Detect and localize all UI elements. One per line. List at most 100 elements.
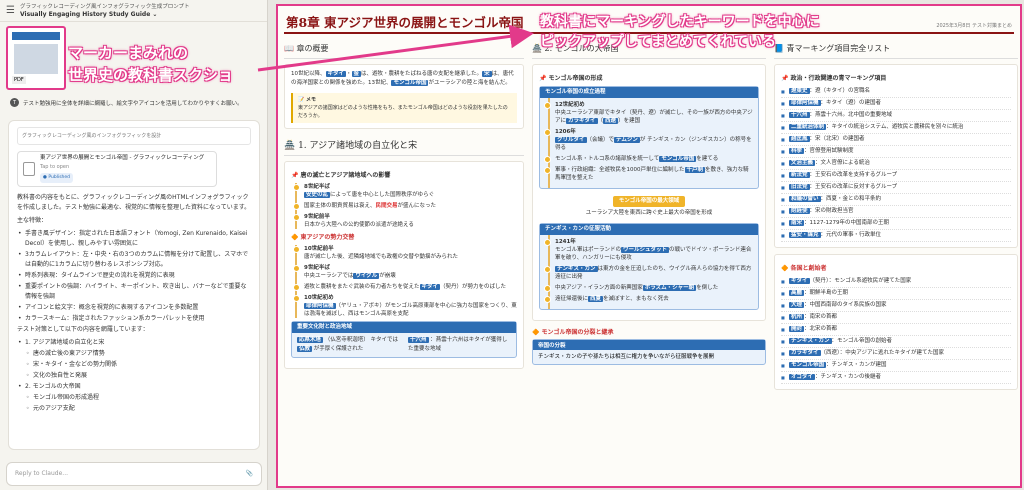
keyword-definition: （西遼）：中央アジアに逃れたキタイが建てた国家	[820, 350, 945, 356]
overview-heading: 📖 章の概要	[284, 40, 524, 59]
keyword: 仏教	[297, 346, 313, 352]
keyword: 耶律阿保機	[789, 100, 821, 106]
subheading-formation: 📌 モンゴル帝国の形成	[539, 75, 603, 82]
keyword-definition: （契丹）：モンゴル系遊牧民が建てた国家	[809, 278, 912, 284]
keyword: チンギス・カン	[555, 266, 598, 272]
timeline-item: モンゴル系・トルコ系の諸部族を統一して モンゴル帝国 を建てる	[544, 155, 753, 163]
keyword-list-item: 十六州：燕雲十六州。北中国の重要地域	[781, 110, 1011, 122]
keyword: 猛安・謀克	[789, 232, 821, 238]
user-avatar: T	[10, 98, 19, 107]
feature-item: 重要ポイントの強調：ハイライト、キーポイント、吹き出し、バナーなどで重要な情報を…	[17, 282, 251, 302]
section1-card: 📌 唐の滅亡とアジア諸地域への影響 8世紀半ば 安史の乱 によって唐を中心とした国際…	[284, 161, 524, 369]
keyword: 南宋	[789, 220, 805, 226]
keyword: 十六州	[408, 337, 429, 343]
keyword: モンゴル帝国	[391, 80, 429, 86]
outline-item: 元のアジア支配	[17, 404, 251, 414]
menu-icon[interactable]: ☰	[6, 5, 15, 16]
keyword: モンゴル帝国	[659, 156, 697, 162]
formation-timeline: 12世紀初め 中央ユーラシア東部でキタイ（契丹、遼）が滅亡し、その一族が西方の中央…	[544, 98, 758, 188]
politics-list: 遼東史：遼（キタイ）の宮職名耶律阿保機：キタイ（遼）の建国者十六州：燕雲十六州。…	[781, 86, 1011, 242]
timeline-text: （契丹）が勢力をのばした	[440, 284, 507, 290]
keyword: クリルタイ	[555, 137, 587, 143]
feature-item: 3カラムレイアウト：左・中央・右の3つのカラムに情報を分けて配置し、スマホでは自…	[17, 250, 251, 270]
uploaded-image-thumbnail[interactable]: PDF	[6, 26, 66, 90]
keyword: キタイ	[419, 284, 441, 290]
overview-fragment: は、遊牧・農耕をたばねる唐の支配を継承した。	[361, 71, 483, 77]
overview-card: 10世紀以降、 キタイ・金は、遊牧・農耕をたばねる唐の支配を継承した。宋は、唐代の…	[284, 64, 524, 129]
keyword: 開封	[789, 326, 805, 332]
keyword: ホラズム・シャー朝	[642, 285, 697, 291]
keyword-definition: ：モンゴル帝国の創始者	[831, 338, 893, 344]
timeline-item: 1241年 モンゴル軍はポーランドの ワールシュタット の戦いでドイツ・ポーランド連合…	[544, 238, 753, 262]
keyword-definition: ：朝鮮半島の王朝	[804, 290, 849, 296]
timeline-text: 日本から大陸への公的使節の派遣が途絶える	[304, 222, 414, 228]
culture-text: （仏宮寺釈迦塔）	[324, 337, 369, 343]
artifact-title: 東アジア世界の展開とモンゴル帝国 - グラフィックレコーディング	[40, 155, 205, 161]
artifact-card[interactable]: 東アジア世界の展開とモンゴル帝国 - グラフィックレコーディング Tap to …	[17, 151, 217, 187]
timeline-item: 遠征帰還後に 西夏 を滅ぼすと、まもなく死去	[544, 295, 753, 303]
pdf-badge: PDF	[12, 76, 26, 84]
timeline-text: 国家主体の朝貢貿易は衰え、	[304, 203, 376, 209]
keyword-definition: ：王安石の改革を支持するグループ	[809, 172, 898, 178]
formation-box: モンゴル帝国の成立過程 12世紀初め 中央ユーラシア東部でキタイ（契丹、遼）が滅亡…	[539, 86, 759, 189]
keyword: 科挙	[789, 148, 805, 154]
keyword-definition: ：チンギス・カンが建国	[826, 362, 887, 368]
chat-header: ☰ グラフィックレコーディング風インフォグラフィック生成プロンプト Visual…	[0, 0, 267, 22]
keyword: 和議の誓い	[789, 196, 821, 202]
keyword-definition: ：西夏・金との和平条約	[820, 196, 881, 202]
chat-title-block[interactable]: グラフィックレコーディング風インフォグラフィック生成プロンプト Visually…	[20, 4, 190, 18]
feature-item: 時系列表現：タイムラインで歴史の流れを視覚的に表現	[17, 271, 251, 281]
timeline-text: 中央ユーラシアでは	[304, 273, 354, 279]
timeline-text: モンゴル軍はポーランドの	[555, 247, 622, 253]
conversation-title[interactable]: Visually Engaging History Study Guide ⌄	[20, 11, 190, 18]
thumb-image	[14, 44, 58, 74]
outline-item: 宋・キタイ・金などの勢力関係	[17, 360, 251, 370]
culture-text: キタイでは	[370, 337, 399, 343]
outline-item: 唐の滅亡後の東アジア情勢	[17, 349, 251, 359]
keyword: チンギス・カン	[789, 338, 832, 344]
chapter-title: 第8章 東アジア世界の展開とモンゴル帝国	[286, 15, 524, 30]
conquest-timeline: 1241年 モンゴル軍はポーランドの ワールシュタット の戦いでドイツ・ポーランド連合…	[544, 235, 758, 309]
user-message-text: テスト勉強用に全体を詳細に網羅し、絵文字やアイコンを活用してわかりやすくお願い。	[23, 100, 243, 107]
artifact-subtitle: Tap to open	[40, 164, 70, 170]
keyword-list-item: 遼東史：遼（キタイ）の宮職名	[781, 86, 1011, 98]
prompt-preview[interactable]: グラフィックレコーディング風のインフォグラフィックを設計	[17, 127, 251, 145]
attach-icon[interactable]: 📎	[246, 470, 253, 478]
timeline-item: 中央アジア・イラン方面の新興国家 ホラズム・シャー朝 を倒した	[544, 284, 753, 292]
column-right: 📘 青マーキング項目完全リスト 📌 政治・行政関連の青マーキング項目 遼東史：遼…	[774, 40, 1018, 486]
countries-list: キタイ（契丹）：モンゴル系遊牧民が建てた国家高麗：朝鮮半島の王朝大理：中国西南部…	[781, 276, 1011, 384]
keyword: 千戸制	[684, 167, 706, 173]
keyword-definition: ：官僚登用試験制度	[804, 148, 854, 154]
culture-right: 十六州 ：燕雲十六州はキタイが獲得した重要な地域	[408, 336, 511, 354]
keyword-definition: ：遼（キタイ）の宮職名	[809, 88, 871, 94]
composer-placeholder: Reply to Claude...	[15, 470, 69, 477]
keyword-list-item: 耶律阿保機：キタイ（遼）の建国者	[781, 98, 1011, 110]
keyword: 財経使	[789, 208, 810, 214]
keyword-definition: ：南宋の首都	[804, 314, 838, 320]
timeline-year: 1206年	[555, 129, 576, 135]
keyword-list-item: 猛安・謀克：元代の軍事・行政単位	[781, 230, 1011, 242]
document-icon	[23, 162, 35, 176]
reply-composer[interactable]: Reply to Claude... 📎	[6, 462, 262, 486]
timeline-text: 中央アジア・イラン方面の新興国家	[555, 285, 643, 291]
section1-heading: 🏯 1. アジア諸地域の自立化と宋	[284, 135, 524, 156]
timeline-year: 9世紀前半	[304, 214, 330, 220]
timeline-text: を倒した	[696, 285, 719, 291]
assistant-reply: グラフィックレコーディング風のインフォグラフィックを設計 東アジア世界の展開とモ…	[8, 120, 260, 450]
keyword: 応県木塔	[297, 337, 324, 343]
max-territory-banner: モンゴル帝国の最大領域 ユーラシア大陸を東西に跨ぐ史上最大の帝国を形成	[539, 194, 759, 218]
timeline-text: 唐が滅亡した後、近隣諸地域でも政権の交替や動揺がみられた	[304, 254, 459, 260]
keyword-list-item: 文治主義：文人官僚による統治	[781, 158, 1011, 170]
keyword: 宋	[482, 71, 492, 77]
timeline-year: 8世紀半ば	[304, 184, 330, 190]
timeline-year: 10世紀前半	[304, 246, 334, 252]
timeline-text: が盛んになった	[397, 203, 437, 209]
keyword: 趙匡胤	[789, 136, 810, 142]
column-middle: 🏯 2. モンゴルの大帝国 📌 モンゴル帝国の形成 モンゴル帝国の成立過程 12…	[532, 40, 766, 486]
timeline-text: 遊牧と農耕をまたぐ武装の有力者たちを従えた	[304, 284, 420, 290]
reply-intro: 教科書の内容をもとに、グラフィックレコーディング風のHTMLインフォグラフィック…	[17, 194, 251, 211]
keyword: 西夏	[588, 296, 604, 302]
keyword-definition: ：キタイの統治システム、遊牧民と農耕民を別々に統治	[826, 124, 964, 130]
keyword-list-item: 大理：中国西南部のタイ系民族の国家	[781, 300, 1011, 312]
conquest-box: チンギス・カンの征服活動 1241年 モンゴル軍はポーランドの ワールシュタット の戦…	[539, 223, 759, 310]
